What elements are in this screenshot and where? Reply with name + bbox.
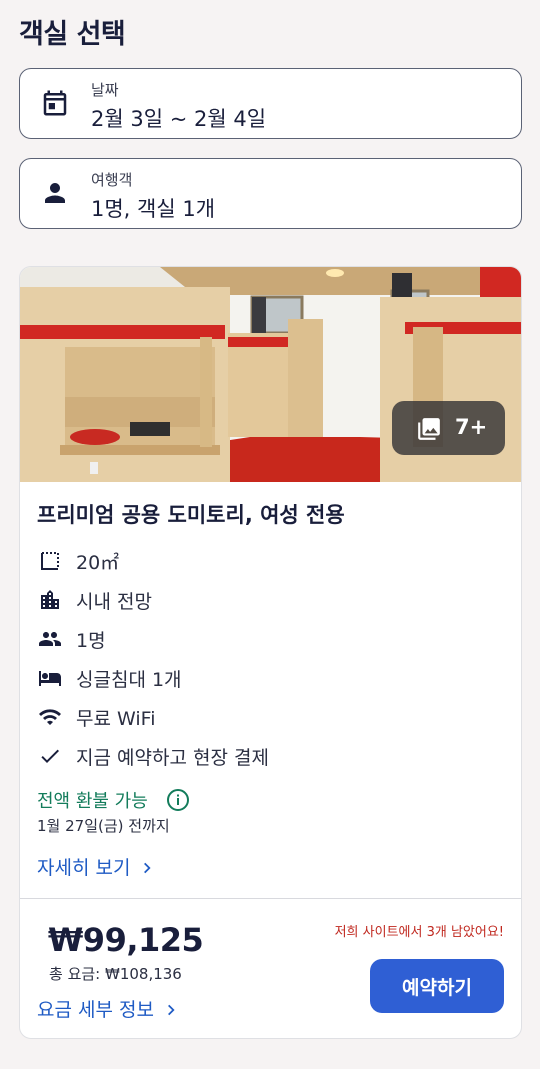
- date-label: 날짜: [91, 81, 119, 99]
- travelers-field[interactable]: 여행객 1명, 객실 1개: [19, 158, 522, 229]
- amenity-text: 20㎡: [76, 552, 120, 574]
- amenity-bed: 싱글침대 1개: [37, 663, 497, 693]
- details-link[interactable]: 자세히 보기: [37, 853, 154, 880]
- travelers-value: 1명, 객실 1개: [91, 197, 216, 221]
- amenity-guests: 1명: [37, 624, 497, 654]
- travelers-label: 여행객: [91, 171, 133, 189]
- date-field[interactable]: 날짜 2월 3일 ~ 2월 4일: [19, 68, 522, 139]
- amenity-city-view: 시내 전망: [37, 585, 497, 615]
- amenity-text: 무료 WiFi: [76, 708, 156, 730]
- gallery-icon: [418, 418, 440, 440]
- book-button[interactable]: 예약하기: [370, 959, 504, 1013]
- amenity-wifi: 무료 WiFi: [37, 702, 497, 732]
- divider: [20, 898, 521, 899]
- refund-label: 전액 환불 가능: [37, 791, 148, 812]
- city-view-icon: [41, 590, 59, 609]
- details-link-label: 자세히 보기: [37, 857, 131, 879]
- chevron-right-icon: [144, 862, 152, 874]
- room-name: 프리미엄 공용 도미토리, 여성 전용: [37, 503, 345, 527]
- amenity-pay-later: 지금 예약하고 현장 결제: [37, 741, 497, 771]
- total-price: 총 요금: ₩108,136: [49, 965, 182, 983]
- amenity-room-size: 20㎡: [37, 546, 497, 576]
- bed-icon: [39, 671, 61, 686]
- amenity-text: 싱글침대 1개: [76, 669, 182, 691]
- room-price: ₩99,125: [48, 921, 204, 959]
- room-size-icon: [41, 552, 59, 570]
- person-icon: [45, 183, 65, 203]
- check-icon: [41, 749, 59, 763]
- info-icon[interactable]: [166, 788, 190, 812]
- photo-gallery-button[interactable]: 7+: [392, 401, 505, 455]
- chevron-right-icon: [168, 1004, 175, 1016]
- room-photo[interactable]: 7+: [20, 267, 521, 482]
- amenity-text: 1명: [76, 630, 106, 652]
- price-details-link[interactable]: 요금 세부 정보: [37, 995, 178, 1022]
- gallery-count: 7+: [455, 415, 488, 439]
- availability-alert: 저희 사이트에서 3개 남았어요!: [334, 925, 504, 940]
- date-value: 2월 3일 ~ 2월 4일: [91, 107, 267, 131]
- price-details-link-label: 요금 세부 정보: [37, 999, 154, 1021]
- calendar-icon: [43, 90, 67, 116]
- guests-icon: [39, 632, 61, 646]
- amenity-text: 지금 예약하고 현장 결제: [76, 747, 269, 769]
- amenity-text: 시내 전망: [76, 591, 152, 613]
- page-title: 객실 선택: [19, 19, 126, 50]
- wifi-icon: [39, 709, 61, 725]
- refund-deadline: 1월 27일(금) 전까지: [37, 817, 170, 835]
- room-card: 7+ 프리미엄 공용 도미토리, 여성 전용 20㎡ 시내 전망 1명 싱글침대…: [19, 266, 522, 1039]
